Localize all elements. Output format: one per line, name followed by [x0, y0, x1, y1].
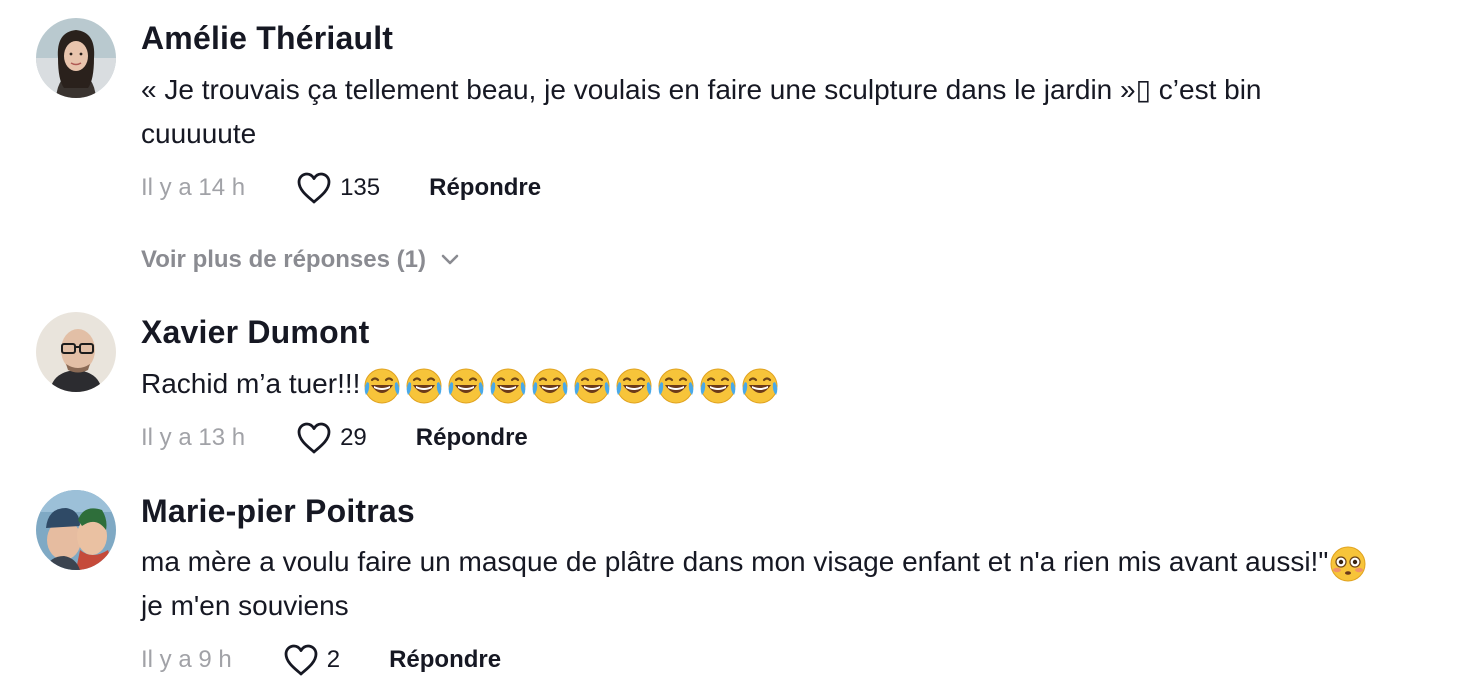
face-with-tears-of-joy-icon [529, 365, 571, 407]
comment-author[interactable]: Amélie Thériault [141, 20, 393, 57]
comment-text: Rachid m’a tuer!!! [141, 362, 1381, 407]
face-with-tears-of-joy-icon [361, 365, 403, 407]
comment-text: « Je trouvais ça tellement beau, je voul… [141, 74, 1262, 149]
heart-outline-icon [296, 421, 332, 455]
face-with-tears-of-joy-icon [613, 365, 655, 407]
comment-text-body: ma mère a voulu faire un masque de plâtr… [141, 546, 1329, 577]
avatar[interactable] [36, 490, 116, 570]
face-with-tears-of-joy-icon [739, 365, 781, 407]
heart-outline-icon [296, 171, 332, 205]
like-count: 29 [340, 424, 367, 451]
comment-meta: Il y a 13 h 29 Répondre [141, 418, 528, 458]
like-count: 2 [326, 646, 341, 673]
face-with-tears-of-joy-icon [487, 365, 529, 407]
comment-text-tail: je m'en souviens [141, 590, 349, 621]
reply-button[interactable]: Répondre [389, 646, 501, 674]
comment-time: Il y a 9 h [141, 646, 232, 673]
reply-button[interactable]: Répondre [416, 424, 528, 452]
flushed-face-icon [1328, 544, 1368, 584]
comment-meta: Il y a 9 h 2 Répondre [141, 640, 501, 680]
comment-time: Il y a 13 h [141, 424, 246, 451]
face-with-tears-of-joy-icon [403, 365, 445, 407]
comment-time: Il y a 14 h [141, 174, 246, 201]
face-with-tears-of-joy-icon [445, 365, 487, 407]
face-with-tears-of-joy-icon [571, 365, 613, 407]
comment-author[interactable]: Xavier Dumont [141, 314, 369, 351]
comment-text: ma mère a voulu faire un masque de plâtr… [141, 540, 1381, 628]
comment-author[interactable]: Marie-pier Poitras [141, 493, 415, 530]
view-more-replies-label: Voir plus de réponses (1) [141, 246, 426, 273]
like-button[interactable]: 2 [283, 643, 340, 677]
avatar[interactable] [36, 312, 116, 392]
avatar[interactable] [36, 18, 116, 98]
comment-meta: Il y a 14 h 135 Répondre [141, 168, 541, 208]
face-with-tears-of-joy-icon [655, 365, 697, 407]
heart-outline-icon [283, 643, 319, 677]
view-more-replies-button[interactable]: Voir plus de réponses (1) [141, 242, 460, 278]
laughing-emoji-row [361, 365, 781, 407]
comment-text-body: Rachid m’a tuer!!! [141, 368, 361, 399]
like-count: 135 [340, 174, 381, 201]
like-button[interactable]: 135 [296, 171, 380, 205]
chevron-down-icon [426, 254, 460, 266]
face-with-tears-of-joy-icon [697, 365, 739, 407]
reply-button[interactable]: Répondre [429, 174, 541, 202]
like-button[interactable]: 29 [296, 421, 367, 455]
